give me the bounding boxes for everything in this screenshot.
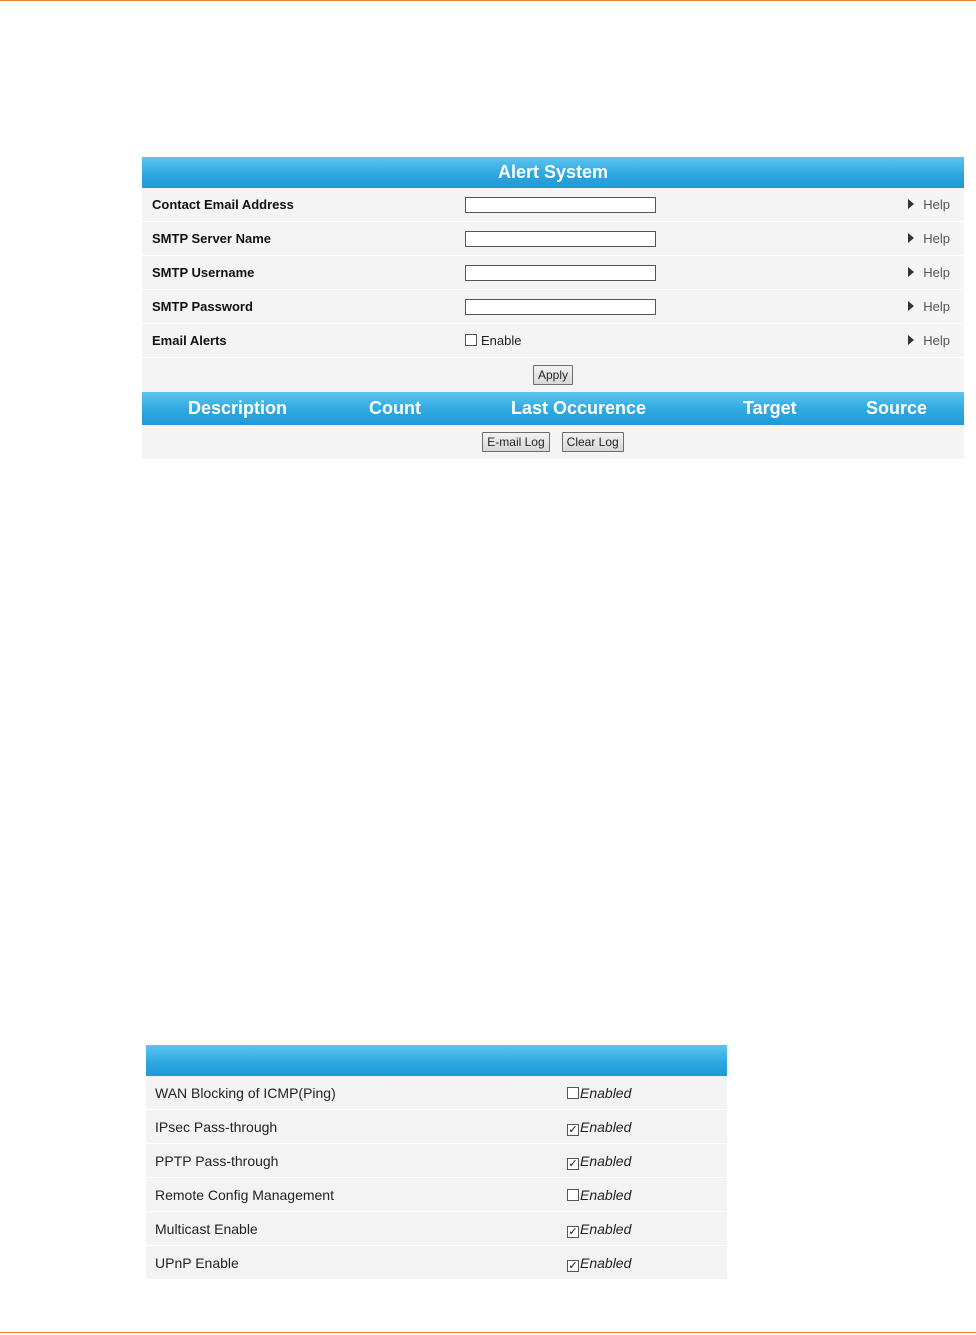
alert-system-title: Alert System (142, 157, 964, 188)
remote-config-row: Remote Config Management Enabled (146, 1178, 727, 1212)
contact-email-label: Contact Email Address (152, 197, 294, 212)
ipsec-passthrough-toggle[interactable]: ✓ Enabled (567, 1110, 631, 1144)
enabled-label: Enabled (580, 1153, 632, 1169)
upnp-label: UPnP Enable (155, 1255, 239, 1271)
triangle-right-icon (908, 267, 915, 277)
smtp-username-input[interactable] (465, 265, 656, 281)
wan-icmp-blocking-toggle[interactable]: Enabled (567, 1076, 631, 1110)
email-alerts-row: Email Alerts Enable Help (142, 324, 964, 358)
ipsec-passthrough-row: IPsec Pass-through ✓ Enabled (146, 1110, 727, 1144)
contact-email-input[interactable] (465, 197, 656, 213)
log-actions-row: E-mail Log Clear Log (142, 425, 964, 459)
smtp-server-row: SMTP Server Name Help (142, 222, 964, 256)
multicast-label: Multicast Enable (155, 1221, 258, 1237)
pptp-passthrough-row: PPTP Pass-through ✓ Enabled (146, 1144, 727, 1178)
enabled-label: Enabled (580, 1221, 632, 1237)
upnp-checkbox[interactable]: ✓ (567, 1260, 579, 1272)
apply-button[interactable]: Apply (532, 365, 574, 385)
smtp-username-label: SMTP Username (152, 265, 255, 280)
multicast-row: Multicast Enable ✓ Enabled (146, 1212, 727, 1246)
triangle-right-icon (908, 335, 915, 345)
triangle-right-icon (908, 301, 915, 311)
remote-config-checkbox[interactable] (567, 1189, 579, 1201)
smtp-username-help[interactable]: Help (908, 256, 950, 290)
enabled-label: Enabled (580, 1255, 632, 1271)
column-header-last-occurence: Last Occurence (511, 398, 647, 418)
column-header-source: Source (866, 398, 928, 418)
smtp-username-row: SMTP Username Help (142, 256, 964, 290)
email-log-button[interactable]: E-mail Log (482, 432, 550, 452)
smtp-server-label: SMTP Server Name (152, 231, 271, 246)
multicast-toggle[interactable]: ✓ Enabled (567, 1212, 631, 1246)
wan-icmp-blocking-checkbox[interactable] (567, 1087, 579, 1099)
pptp-passthrough-toggle[interactable]: ✓ Enabled (567, 1144, 631, 1178)
alert-system-panel: Alert System Contact Email Address Help … (142, 157, 964, 459)
smtp-server-input[interactable] (465, 231, 656, 247)
help-link-label: Help (923, 299, 950, 314)
wan-icmp-blocking-label: WAN Blocking of ICMP(Ping) (155, 1085, 336, 1101)
contact-email-help[interactable]: Help (908, 188, 950, 222)
email-alerts-checkbox[interactable] (465, 334, 477, 346)
help-link-label: Help (923, 231, 950, 246)
remote-config-toggle[interactable]: Enabled (567, 1178, 631, 1212)
wan-icmp-blocking-row: WAN Blocking of ICMP(Ping) Enabled (146, 1076, 727, 1110)
email-alerts-label: Email Alerts (152, 333, 227, 348)
contact-email-row: Contact Email Address Help (142, 188, 964, 222)
security-settings-panel: WAN Blocking of ICMP(Ping) Enabled IPsec… (146, 1045, 727, 1280)
settings-header-bar (146, 1045, 727, 1076)
column-header-count: Count (369, 398, 421, 418)
remote-config-label: Remote Config Management (155, 1187, 334, 1203)
column-header-description: Description (188, 398, 288, 418)
upnp-row: UPnP Enable ✓ Enabled (146, 1246, 727, 1280)
pptp-passthrough-checkbox[interactable]: ✓ (567, 1158, 579, 1170)
enabled-label: Enabled (580, 1085, 632, 1101)
upnp-toggle[interactable]: ✓ Enabled (567, 1246, 631, 1280)
email-alerts-enable-label: Enable (481, 333, 522, 348)
clear-log-button[interactable]: Clear Log (561, 432, 624, 452)
triangle-right-icon (908, 199, 915, 209)
email-alerts-toggle[interactable]: Enable (465, 324, 521, 358)
triangle-right-icon (908, 233, 915, 243)
smtp-password-row: SMTP Password Help (142, 290, 964, 324)
smtp-server-help[interactable]: Help (908, 222, 950, 256)
enabled-label: Enabled (580, 1119, 632, 1135)
enabled-label: Enabled (580, 1187, 632, 1203)
smtp-password-help[interactable]: Help (908, 290, 950, 324)
log-table-header: Description Count Last Occurence Target … (142, 392, 964, 425)
smtp-password-label: SMTP Password (152, 299, 253, 314)
multicast-checkbox[interactable]: ✓ (567, 1226, 579, 1238)
help-link-label: Help (923, 265, 950, 280)
ipsec-passthrough-checkbox[interactable]: ✓ (567, 1124, 579, 1136)
page-bottom-rule (0, 1332, 976, 1333)
page-top-rule (0, 0, 976, 1)
help-link-label: Help (923, 333, 950, 348)
email-alerts-help[interactable]: Help (908, 324, 950, 358)
ipsec-passthrough-label: IPsec Pass-through (155, 1119, 278, 1135)
pptp-passthrough-label: PPTP Pass-through (155, 1153, 279, 1169)
smtp-password-input[interactable] (465, 299, 656, 315)
help-link-label: Help (923, 197, 950, 212)
column-header-target: Target (743, 398, 797, 418)
apply-row: Apply (142, 358, 964, 392)
